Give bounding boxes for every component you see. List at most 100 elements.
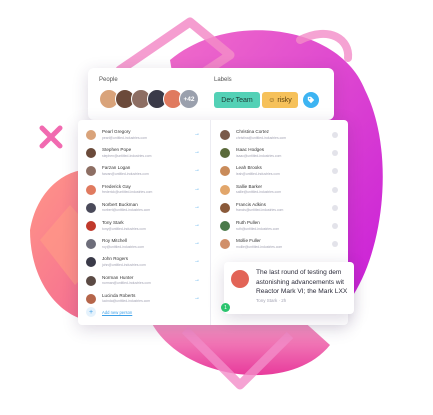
person-email: farzan@untitled-industries.com — [102, 171, 149, 176]
person-email: stephen@untitled-industries.com — [102, 153, 152, 158]
add-person-row[interactable]: + Add new person — [86, 307, 132, 317]
avatar — [220, 184, 230, 195]
list-item[interactable]: Roy Mitchell roy@untitled-industries.com → — [78, 237, 210, 253]
more-people-count[interactable]: +42 — [179, 89, 199, 109]
person-email: john@untitled-industries.com — [102, 262, 146, 267]
tag-icon[interactable] — [303, 92, 319, 108]
person-name: Christina Cortez — [236, 129, 269, 134]
select-toggle[interactable] — [332, 204, 338, 211]
list-item[interactable]: Christina Cortez christina@untitled-indus… — [212, 128, 348, 144]
select-toggle[interactable] — [332, 186, 338, 193]
tag-risky[interactable]: ☺ risky — [262, 92, 298, 108]
list-item[interactable]: Pearl Gregory pearl@untitled-industries.c… — [78, 128, 210, 144]
list-item[interactable]: Francis Adkins francis@untitled-industrie… — [212, 201, 348, 217]
select-toggle[interactable] — [332, 150, 338, 157]
select-toggle[interactable] — [332, 168, 338, 175]
message-line: Reactor Mark VI; the Mark LXX — [256, 288, 348, 295]
message-card[interactable]: The last round of testing dem astonishin… — [224, 262, 354, 314]
select-toggle[interactable] — [332, 241, 338, 248]
person-email: roy@untitled-industries.com — [102, 244, 145, 249]
message-line: The last round of testing dem — [256, 269, 342, 276]
person-name: Farzan Logan — [102, 165, 131, 171]
list-item[interactable]: Norman Hunter norman@untitled-industries.… — [78, 274, 210, 290]
person-email: leah@untitled-industries.com — [236, 171, 280, 176]
person-name: Francis Adkins — [236, 201, 266, 207]
people-list-left: + Add new person Pearl Gregory pearl@unti… — [78, 120, 211, 325]
person-name: Roy Mitchell — [102, 238, 128, 244]
list-item[interactable]: Stephen Pope stephen@untitled-industries.… — [78, 146, 210, 162]
list-item[interactable]: Norbert Buckman norbert@untitled-industri… — [78, 201, 210, 217]
arrow-right-icon[interactable]: → — [194, 167, 200, 173]
person-name: Norbert Buckman — [102, 201, 138, 207]
person-email: mollie@untitled-industries.com — [236, 244, 283, 249]
avatar — [86, 221, 96, 231]
avatar — [220, 239, 230, 250]
person-name: Ruth Pullen — [236, 220, 260, 225]
avatar — [231, 270, 249, 288]
person-email: frederick@untitled-industries.com — [102, 190, 153, 195]
avatar — [86, 148, 96, 159]
tag-dev-team[interactable]: Dev Team — [214, 92, 260, 108]
person-name: Stephen Pope — [102, 147, 132, 153]
message-meta: Tony Stark · 2h — [256, 298, 287, 303]
person-email: sallie@untitled-industries.com — [236, 190, 282, 195]
person-name: Sallie Barker — [236, 183, 263, 189]
person-name: Isaac Hodges — [236, 147, 265, 153]
arrow-right-icon[interactable]: → — [194, 149, 200, 155]
person-email: norbert@untitled-industries.com — [102, 208, 151, 213]
emoji-icon: ☺ — [268, 96, 276, 104]
person-name: Mollie Fuller — [236, 238, 261, 244]
avatar — [220, 148, 230, 159]
person-name: Lucinda Roberts — [102, 292, 136, 298]
arrow-right-icon[interactable]: → — [194, 277, 200, 283]
avatar — [86, 202, 96, 213]
avatar — [86, 184, 96, 195]
list-item[interactable]: John Rogers john@untitled-industries.com → — [78, 255, 210, 271]
arrow-right-icon[interactable]: → — [194, 295, 200, 301]
avatar — [86, 239, 96, 250]
people-heading: People — [99, 77, 118, 83]
person-email: pearl@untitled-industries.com — [102, 135, 147, 140]
avatar — [220, 221, 230, 231]
list-item[interactable]: Ruth Pullen ruth@untitled-industries.com — [212, 219, 348, 235]
list-item[interactable]: Lucinda Roberts lucinda@untitled-industri… — [78, 292, 210, 308]
avatar — [86, 166, 96, 177]
person-email: norman@untitled-industries.com — [102, 281, 151, 286]
avatar — [86, 130, 96, 140]
list-item[interactable]: Farzan Logan farzan@untitled-industries.c… — [78, 164, 210, 180]
list-item[interactable]: Mollie Fuller mollie@untitled-industries.… — [212, 237, 348, 253]
avatar — [220, 130, 230, 140]
arrow-right-icon[interactable]: → — [194, 186, 200, 192]
arrow-right-icon[interactable]: → — [194, 204, 200, 210]
arrow-right-icon[interactable]: → — [194, 258, 200, 264]
tag-risky-label: risky — [277, 96, 292, 104]
select-toggle[interactable] — [332, 223, 338, 229]
notification-badge: 1 — [221, 303, 230, 312]
labels-heading: Labels — [214, 77, 232, 83]
arrow-right-icon[interactable]: → — [194, 222, 200, 228]
list-item[interactable]: Isaac Hodges isaac@untitled-industries.co… — [212, 146, 348, 162]
person-name: Norman Hunter — [102, 274, 134, 280]
arrow-right-icon[interactable]: → — [194, 240, 200, 246]
person-name: Leah Brooks — [236, 165, 262, 171]
people-avatars[interactable]: +42 — [99, 89, 199, 109]
plus-icon: + — [86, 307, 96, 317]
message-text: The last round of testing dem astonishin… — [256, 268, 354, 297]
list-item[interactable]: Tony Stark tony@untitled-industries.com → — [78, 219, 210, 235]
person-email: isaac@untitled-industries.com — [236, 153, 282, 158]
avatar — [86, 275, 96, 286]
list-item[interactable]: Frederick Gay frederick@untitled-industri… — [78, 183, 210, 199]
person-email: tony@untitled-industries.com — [102, 226, 146, 231]
select-toggle[interactable] — [332, 132, 338, 138]
list-item[interactable]: Leah Brooks leah@untitled-industries.com — [212, 164, 348, 180]
add-person-link[interactable]: Add new person — [102, 310, 132, 315]
avatar — [86, 293, 96, 304]
person-name: Pearl Gregory — [102, 129, 131, 134]
person-name: Frederick Gay — [102, 183, 131, 189]
person-email: francis@untitled-industries.com — [236, 208, 284, 213]
person-name: Tony Stark — [102, 220, 124, 225]
arrow-right-icon[interactable]: → — [194, 131, 200, 137]
list-item[interactable]: Sallie Barker sallie@untitled-industries.… — [212, 183, 348, 199]
people-labels-card: People +42 Labels Dev Team ☺ risky — [88, 68, 334, 120]
person-name: John Rogers — [102, 256, 129, 262]
